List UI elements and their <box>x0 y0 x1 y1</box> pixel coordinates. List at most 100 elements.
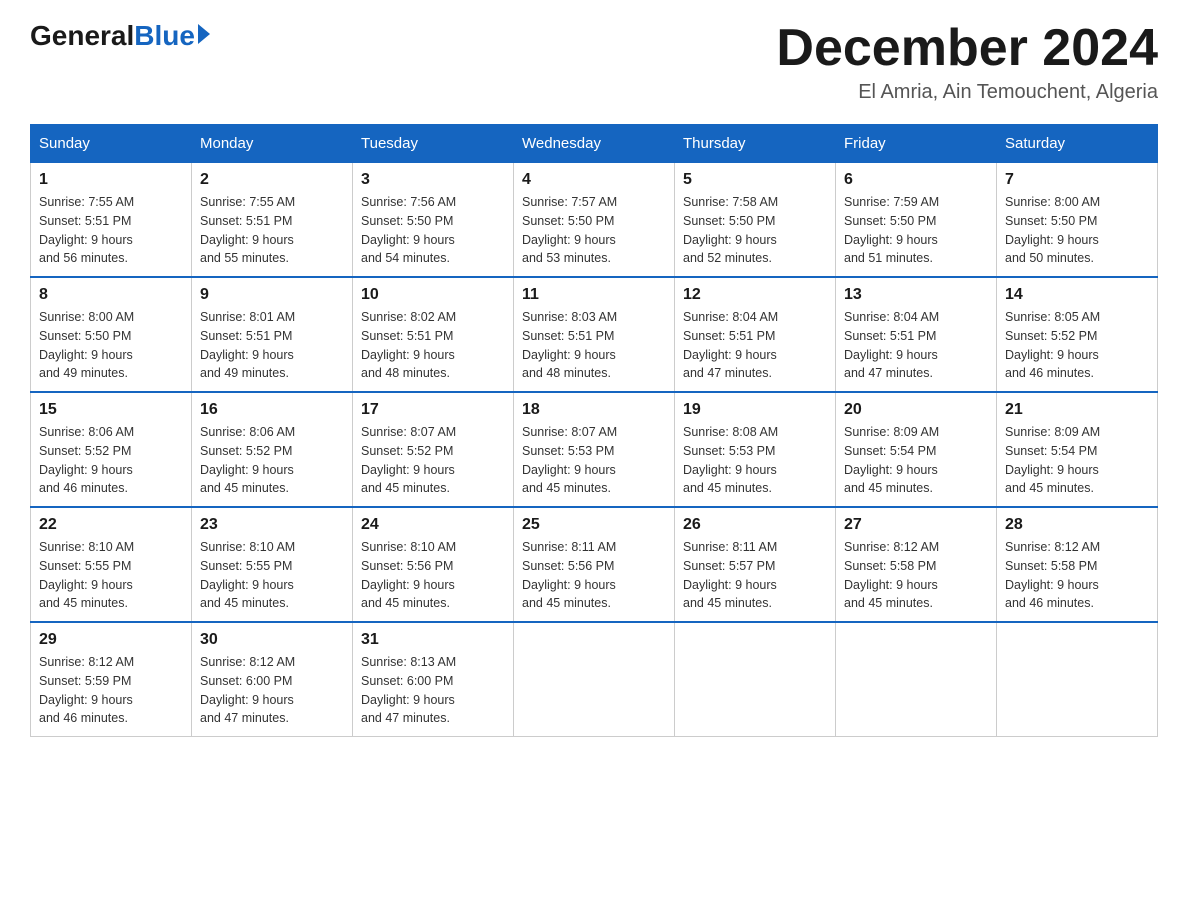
day-number: 28 <box>1005 516 1149 534</box>
logo: General Blue <box>30 20 210 52</box>
day-info: Sunrise: 8:10 AMSunset: 5:55 PMDaylight:… <box>200 538 344 613</box>
day-number: 8 <box>39 286 183 304</box>
day-number: 18 <box>522 401 666 419</box>
calendar-day-cell: 31Sunrise: 8:13 AMSunset: 6:00 PMDayligh… <box>353 622 514 737</box>
day-info: Sunrise: 8:12 AMSunset: 5:59 PMDaylight:… <box>39 653 183 728</box>
day-number: 7 <box>1005 171 1149 189</box>
calendar-week-row: 29 Sunrise: 8:12 AMSunset: 5:59 PMDayligh… <box>31 622 1158 737</box>
calendar-header-monday: Monday <box>192 125 353 163</box>
day-number: 21 <box>1005 401 1149 419</box>
calendar-header-tuesday: Tuesday <box>353 125 514 163</box>
day-info: Sunrise: 8:07 AMSunset: 5:53 PMDaylight:… <box>522 423 666 498</box>
day-info: Sunrise: 8:11 AMSunset: 5:57 PMDaylight:… <box>683 538 827 613</box>
day-number: 22 <box>39 516 183 534</box>
day-info: Sunrise: 7:55 AMSunset: 5:51 PMDaylight:… <box>39 193 183 268</box>
day-number: 17 <box>361 401 505 419</box>
day-number: 29 <box>39 631 183 649</box>
day-info: Sunrise: 7:59 AMSunset: 5:50 PMDaylight:… <box>844 193 988 268</box>
calendar-table: SundayMondayTuesdayWednesdayThursdayFrid… <box>30 124 1158 737</box>
day-info: Sunrise: 8:02 AMSunset: 5:51 PMDaylight:… <box>361 308 505 383</box>
calendar-header-saturday: Saturday <box>997 125 1158 163</box>
day-number: 30 <box>200 631 344 649</box>
calendar-header-wednesday: Wednesday <box>514 125 675 163</box>
calendar-header-thursday: Thursday <box>675 125 836 163</box>
location: El Amria, Ain Temouchent, Algeria <box>776 81 1158 104</box>
calendar-day-cell: 1 Sunrise: 7:55 AMSunset: 5:51 PMDaylight… <box>31 163 192 278</box>
calendar-day-cell: 17Sunrise: 8:07 AMSunset: 5:52 PMDayligh… <box>353 392 514 507</box>
day-info: Sunrise: 8:06 AMSunset: 5:52 PMDaylight:… <box>39 423 183 498</box>
calendar-day-cell: 24Sunrise: 8:10 AMSunset: 5:56 PMDayligh… <box>353 507 514 622</box>
calendar-day-cell: 9Sunrise: 8:01 AMSunset: 5:51 PMDaylight… <box>192 277 353 392</box>
day-number: 23 <box>200 516 344 534</box>
day-number: 14 <box>1005 286 1149 304</box>
day-number: 27 <box>844 516 988 534</box>
calendar-day-cell: 11Sunrise: 8:03 AMSunset: 5:51 PMDayligh… <box>514 277 675 392</box>
day-number: 26 <box>683 516 827 534</box>
day-number: 31 <box>361 631 505 649</box>
day-info: Sunrise: 8:10 AMSunset: 5:55 PMDaylight:… <box>39 538 183 613</box>
day-number: 19 <box>683 401 827 419</box>
day-info: Sunrise: 8:00 AMSunset: 5:50 PMDaylight:… <box>1005 193 1149 268</box>
calendar-week-row: 8 Sunrise: 8:00 AMSunset: 5:50 PMDaylight… <box>31 277 1158 392</box>
day-number: 5 <box>683 171 827 189</box>
calendar-day-cell: 29 Sunrise: 8:12 AMSunset: 5:59 PMDayligh… <box>31 622 192 737</box>
calendar-day-cell: 8 Sunrise: 8:00 AMSunset: 5:50 PMDaylight… <box>31 277 192 392</box>
day-number: 13 <box>844 286 988 304</box>
calendar-day-cell <box>836 622 997 737</box>
day-number: 2 <box>200 171 344 189</box>
title-section: December 2024 El Amria, Ain Temouchent, … <box>776 20 1158 104</box>
logo-blue-container: Blue <box>134 20 210 52</box>
calendar-day-cell: 21 Sunrise: 8:09 AMSunset: 5:54 PMDayligh… <box>997 392 1158 507</box>
logo-blue: Blue <box>134 20 195 52</box>
day-info: Sunrise: 8:06 AMSunset: 5:52 PMDaylight:… <box>200 423 344 498</box>
day-info: Sunrise: 8:12 AMSunset: 5:58 PMDaylight:… <box>844 538 988 613</box>
calendar-day-cell: 26 Sunrise: 8:11 AMSunset: 5:57 PMDayligh… <box>675 507 836 622</box>
day-info: Sunrise: 8:11 AMSunset: 5:56 PMDaylight:… <box>522 538 666 613</box>
day-number: 25 <box>522 516 666 534</box>
day-number: 12 <box>683 286 827 304</box>
calendar-day-cell <box>514 622 675 737</box>
day-info: Sunrise: 7:57 AMSunset: 5:50 PMDaylight:… <box>522 193 666 268</box>
calendar-day-cell: 22 Sunrise: 8:10 AMSunset: 5:55 PMDayligh… <box>31 507 192 622</box>
calendar-header-friday: Friday <box>836 125 997 163</box>
day-number: 11 <box>522 286 666 304</box>
day-info: Sunrise: 7:58 AMSunset: 5:50 PMDaylight:… <box>683 193 827 268</box>
calendar-day-cell: 7 Sunrise: 8:00 AMSunset: 5:50 PMDaylight… <box>997 163 1158 278</box>
day-number: 6 <box>844 171 988 189</box>
calendar-header-row: SundayMondayTuesdayWednesdayThursdayFrid… <box>31 125 1158 163</box>
calendar-day-cell: 25 Sunrise: 8:11 AMSunset: 5:56 PMDayligh… <box>514 507 675 622</box>
calendar-day-cell: 15 Sunrise: 8:06 AMSunset: 5:52 PMDayligh… <box>31 392 192 507</box>
calendar-day-cell: 12Sunrise: 8:04 AMSunset: 5:51 PMDayligh… <box>675 277 836 392</box>
day-number: 15 <box>39 401 183 419</box>
logo-general: General <box>30 20 134 52</box>
calendar-day-cell: 19Sunrise: 8:08 AMSunset: 5:53 PMDayligh… <box>675 392 836 507</box>
calendar-header-sunday: Sunday <box>31 125 192 163</box>
calendar-week-row: 22 Sunrise: 8:10 AMSunset: 5:55 PMDayligh… <box>31 507 1158 622</box>
day-info: Sunrise: 8:12 AMSunset: 6:00 PMDaylight:… <box>200 653 344 728</box>
day-number: 1 <box>39 171 183 189</box>
calendar-day-cell: 3Sunrise: 7:56 AMSunset: 5:50 PMDaylight… <box>353 163 514 278</box>
calendar-day-cell: 27 Sunrise: 8:12 AMSunset: 5:58 PMDayligh… <box>836 507 997 622</box>
calendar-day-cell: 13 Sunrise: 8:04 AMSunset: 5:51 PMDayligh… <box>836 277 997 392</box>
day-info: Sunrise: 7:56 AMSunset: 5:50 PMDaylight:… <box>361 193 505 268</box>
day-info: Sunrise: 8:00 AMSunset: 5:50 PMDaylight:… <box>39 308 183 383</box>
calendar-day-cell: 14 Sunrise: 8:05 AMSunset: 5:52 PMDayligh… <box>997 277 1158 392</box>
calendar-day-cell: 4Sunrise: 7:57 AMSunset: 5:50 PMDaylight… <box>514 163 675 278</box>
calendar-day-cell: 30 Sunrise: 8:12 AMSunset: 6:00 PMDayligh… <box>192 622 353 737</box>
day-number: 10 <box>361 286 505 304</box>
month-title: December 2024 <box>776 20 1158 77</box>
day-info: Sunrise: 8:09 AMSunset: 5:54 PMDaylight:… <box>844 423 988 498</box>
day-info: Sunrise: 8:04 AMSunset: 5:51 PMDaylight:… <box>844 308 988 383</box>
day-number: 9 <box>200 286 344 304</box>
day-info: Sunrise: 7:55 AMSunset: 5:51 PMDaylight:… <box>200 193 344 268</box>
day-info: Sunrise: 8:09 AMSunset: 5:54 PMDaylight:… <box>1005 423 1149 498</box>
calendar-day-cell: 5 Sunrise: 7:58 AMSunset: 5:50 PMDaylight… <box>675 163 836 278</box>
calendar-day-cell: 6 Sunrise: 7:59 AMSunset: 5:50 PMDaylight… <box>836 163 997 278</box>
calendar-day-cell <box>675 622 836 737</box>
day-number: 16 <box>200 401 344 419</box>
page-header: General Blue December 2024 El Amria, Ain… <box>30 20 1158 104</box>
day-info: Sunrise: 8:05 AMSunset: 5:52 PMDaylight:… <box>1005 308 1149 383</box>
calendar-day-cell: 23 Sunrise: 8:10 AMSunset: 5:55 PMDayligh… <box>192 507 353 622</box>
day-number: 24 <box>361 516 505 534</box>
calendar-day-cell: 2 Sunrise: 7:55 AMSunset: 5:51 PMDaylight… <box>192 163 353 278</box>
